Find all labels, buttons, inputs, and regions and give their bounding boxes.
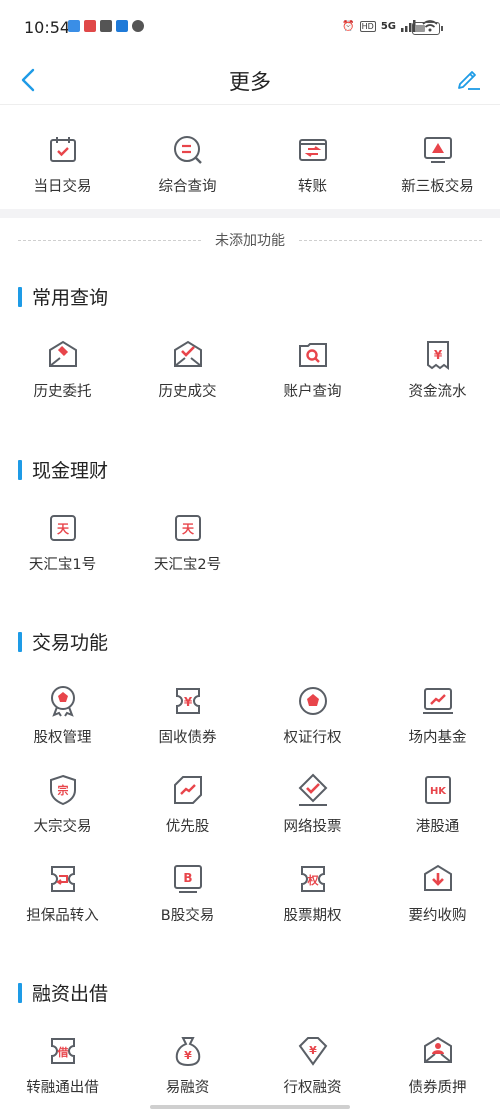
section-title-common: 常用查询	[18, 283, 108, 310]
svg-text:HK: HK	[429, 786, 446, 797]
bond-pledge-icon	[423, 1036, 452, 1063]
collateral-icon	[50, 866, 75, 892]
svg-text:¥: ¥	[309, 1044, 317, 1057]
trade-row-1: 股权管理 ¥ 固收债券 权证行权 场内基金	[0, 684, 500, 754]
function-label: 当日交易	[33, 179, 92, 195]
function-item[interactable]: 网络投票	[250, 773, 375, 843]
calendar-check-icon	[49, 137, 76, 162]
section-title-trade: 交易功能	[18, 628, 108, 655]
fixed-income-icon: ¥	[175, 688, 200, 714]
section-separator	[0, 209, 500, 218]
function-item[interactable]: 场内基金	[375, 684, 500, 754]
function-item[interactable]: 当日交易	[0, 105, 125, 209]
vote-icon	[298, 773, 327, 806]
battery-icon	[412, 22, 443, 35]
svg-text:B: B	[183, 871, 192, 885]
divider-label: 未添加功能	[215, 233, 285, 249]
svg-text:¥: ¥	[184, 1049, 192, 1062]
chat-icon	[132, 20, 144, 32]
app-notification-icon	[84, 20, 96, 32]
svg-text:天: 天	[56, 522, 69, 536]
lending-row: 借 转融通出借 ¥ 易融资 ¥ 行权融资 债券质押	[0, 1034, 500, 1104]
function-item[interactable]: ¥ 行权融资	[250, 1034, 375, 1104]
page-title: 更多	[229, 70, 271, 94]
account-search-icon	[298, 343, 327, 367]
function-item[interactable]: 天 天汇宝2号	[125, 511, 250, 581]
svg-text:天: 天	[181, 522, 194, 536]
hk-connect-icon: HK	[424, 776, 451, 804]
network-type: 5G	[380, 20, 396, 32]
fund-chart-icon	[422, 688, 453, 714]
trade-row-3: 担保品转入 B B股交易 权 股票期权 要约收购	[0, 862, 500, 932]
function-item[interactable]: 账户查询	[250, 338, 375, 408]
section-title-cash: 现金理财	[18, 456, 108, 483]
cash-flow-icon: ¥	[426, 341, 449, 370]
function-item[interactable]: ¥ 固收债券	[125, 684, 250, 754]
stock-option-icon: 权	[300, 866, 325, 892]
function-item[interactable]: HK 港股通	[375, 773, 500, 843]
warrant-icon	[298, 687, 327, 715]
preferred-stock-icon	[173, 776, 202, 804]
exercise-finance-icon: ¥	[298, 1037, 327, 1066]
function-item[interactable]: 债券质押	[375, 1034, 500, 1104]
search-list-icon	[173, 136, 202, 164]
history-deal-icon	[173, 340, 202, 367]
function-item[interactable]: 优先股	[125, 773, 250, 843]
app-notification-icon	[68, 20, 80, 32]
refinance-lend-icon: 借	[50, 1038, 75, 1064]
function-label: 综合查询	[158, 179, 217, 195]
function-item[interactable]: 转账	[250, 105, 375, 209]
function-item[interactable]: 宗 大宗交易	[0, 773, 125, 843]
status-bar: 10:54 ⏰ HD 5G	[0, 0, 500, 56]
b-share-icon: B	[173, 865, 202, 893]
function-item[interactable]: 要约收购	[375, 862, 500, 932]
added-functions-grid: 当日交易 综合查询 转账 新三板交易	[0, 105, 500, 209]
svg-text:借: 借	[56, 1045, 68, 1059]
equity-badge-icon	[50, 686, 75, 717]
svg-text:权: 权	[306, 873, 319, 887]
unadded-divider: 未添加功能	[18, 228, 482, 252]
tender-offer-icon	[423, 864, 452, 891]
function-item[interactable]: 借 转融通出借	[0, 1034, 125, 1104]
section-title-lending: 融资出借	[18, 979, 108, 1006]
svg-text:宗: 宗	[57, 783, 68, 797]
alarm-icon: ⏰	[342, 20, 355, 32]
function-item[interactable]: 权证行权	[250, 684, 375, 754]
hd-icon: HD	[359, 20, 376, 32]
history-order-icon	[48, 340, 77, 367]
function-item[interactable]: 历史成交	[125, 338, 250, 408]
home-indicator[interactable]	[150, 1105, 350, 1109]
notification-icons	[68, 20, 144, 32]
nav-bar: 更多	[0, 56, 500, 105]
common-query-row: 历史委托 历史成交 账户查询 ¥ 资金流水	[0, 338, 500, 408]
tianhuibao-icon: 天	[49, 515, 76, 541]
function-item[interactable]: 新三板交易	[375, 105, 500, 209]
svg-text:¥: ¥	[433, 348, 442, 362]
function-item[interactable]: 综合查询	[125, 105, 250, 209]
monitor-chart-icon	[423, 137, 452, 163]
money-bag-icon: ¥	[175, 1037, 200, 1067]
block-trade-icon: 宗	[49, 774, 76, 806]
function-label: 转账	[298, 179, 327, 195]
function-item[interactable]: B B股交易	[125, 862, 250, 932]
function-item[interactable]: 担保品转入	[0, 862, 125, 932]
function-item[interactable]: 权 股票期权	[250, 862, 375, 932]
app-notification-icon	[116, 20, 128, 32]
edit-icon[interactable]	[452, 62, 484, 94]
function-item[interactable]: ¥ 易融资	[125, 1034, 250, 1104]
cash-management-row: 天 天汇宝1号 天 天汇宝2号	[0, 511, 500, 581]
tianhuibao-icon: 天	[174, 515, 201, 541]
transfer-icon	[298, 139, 327, 161]
function-item[interactable]: ¥ 资金流水	[375, 338, 500, 408]
svg-text:¥: ¥	[183, 695, 192, 709]
mail-icon	[100, 20, 112, 32]
function-item[interactable]: 天 天汇宝1号	[0, 511, 125, 581]
trade-row-2: 宗 大宗交易 优先股 网络投票 HK 港股通	[0, 773, 500, 843]
function-item[interactable]: 股权管理	[0, 684, 125, 754]
function-label: 新三板交易	[401, 179, 474, 195]
status-time: 10:54	[24, 18, 71, 37]
function-item[interactable]: 历史委托	[0, 338, 125, 408]
